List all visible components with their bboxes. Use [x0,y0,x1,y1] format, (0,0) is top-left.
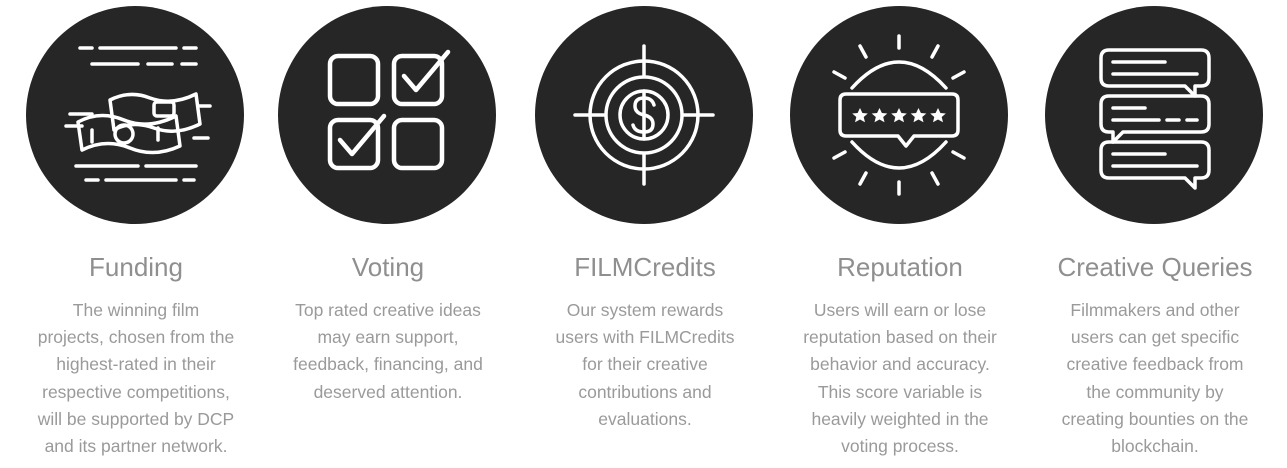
feature-description: The winning film projects, chosen from t… [16,297,256,460]
description-line: contributions and [578,381,712,402]
description-line: users with FILMCredits [555,327,735,348]
description-line: behavior and accuracy. [810,354,990,375]
description-line: Users will earn or lose [813,300,987,320]
feature-description: Users will earn or lose reputation based… [780,297,1020,460]
description-line: and its partner network. [44,436,228,457]
description-line: reputation based on their [803,327,997,348]
chat-bubbles-icon [1099,48,1211,190]
feature-title: Creative Queries [1057,252,1253,282]
description-line: will be supported by DCP [37,408,235,429]
description-line: heavily weighted in the [811,408,989,429]
filmcredits-circle [535,6,753,224]
feature-filmcredits: FILMCredits Our system rewards users wit… [525,0,765,468]
feature-creative-queries: Creative Queries Filmmakers and other us… [1035,0,1275,468]
feature-description: Top rated creative ideas may earn suppor… [268,297,508,406]
checkbox-grid-icon [327,49,451,171]
description-line: respective competitions, [42,381,230,402]
creative-queries-circle [1045,6,1263,224]
feature-title: Reputation [837,252,963,282]
description-line: highest-rated in their [56,354,216,375]
feature-voting: Voting Top rated creative ideas may earn… [268,0,508,468]
description-line: projects, chosen from the [37,327,235,348]
description-line: users can get specific [1070,327,1240,348]
description-line: creating bounties on the [1061,408,1249,429]
feature-title: FILMCredits [574,252,716,282]
description-line: Our system rewards [566,300,724,320]
description-line: deserved attention. [313,381,463,402]
description-line: voting process. [841,436,959,457]
feature-description: Filmmakers and other users can get speci… [1035,297,1275,460]
description-line: creative feedback from [1066,354,1244,375]
reputation-circle [790,6,1008,224]
feature-title: Funding [89,252,183,282]
five-star-rating-icon [832,34,966,196]
feature-description: Our system rewards users with FILMCredit… [525,297,765,433]
description-line: feedback, financing, and [293,354,483,375]
description-line: the community by [1086,381,1224,402]
description-line: may earn support, [317,327,459,348]
funding-circle [26,6,244,224]
description-line: Top rated creative ideas [295,300,481,320]
description-line: for their creative [582,354,708,375]
feature-reputation: Reputation Users will earn or lose reput… [780,0,1020,468]
money-bills-icon [64,46,212,182]
features-row: Funding The winning film projects, chose… [0,0,1287,468]
voting-circle [278,6,496,224]
dollar-target-icon [573,44,715,186]
description-line: blockchain. [1111,436,1199,457]
description-line: The winning film [72,300,200,320]
feature-title: Voting [351,252,425,282]
feature-funding: Funding The winning film projects, chose… [16,0,256,468]
description-line: This score variable is [817,381,983,402]
description-line: evaluations. [598,408,692,429]
description-line: Filmmakers and other [1070,300,1240,320]
